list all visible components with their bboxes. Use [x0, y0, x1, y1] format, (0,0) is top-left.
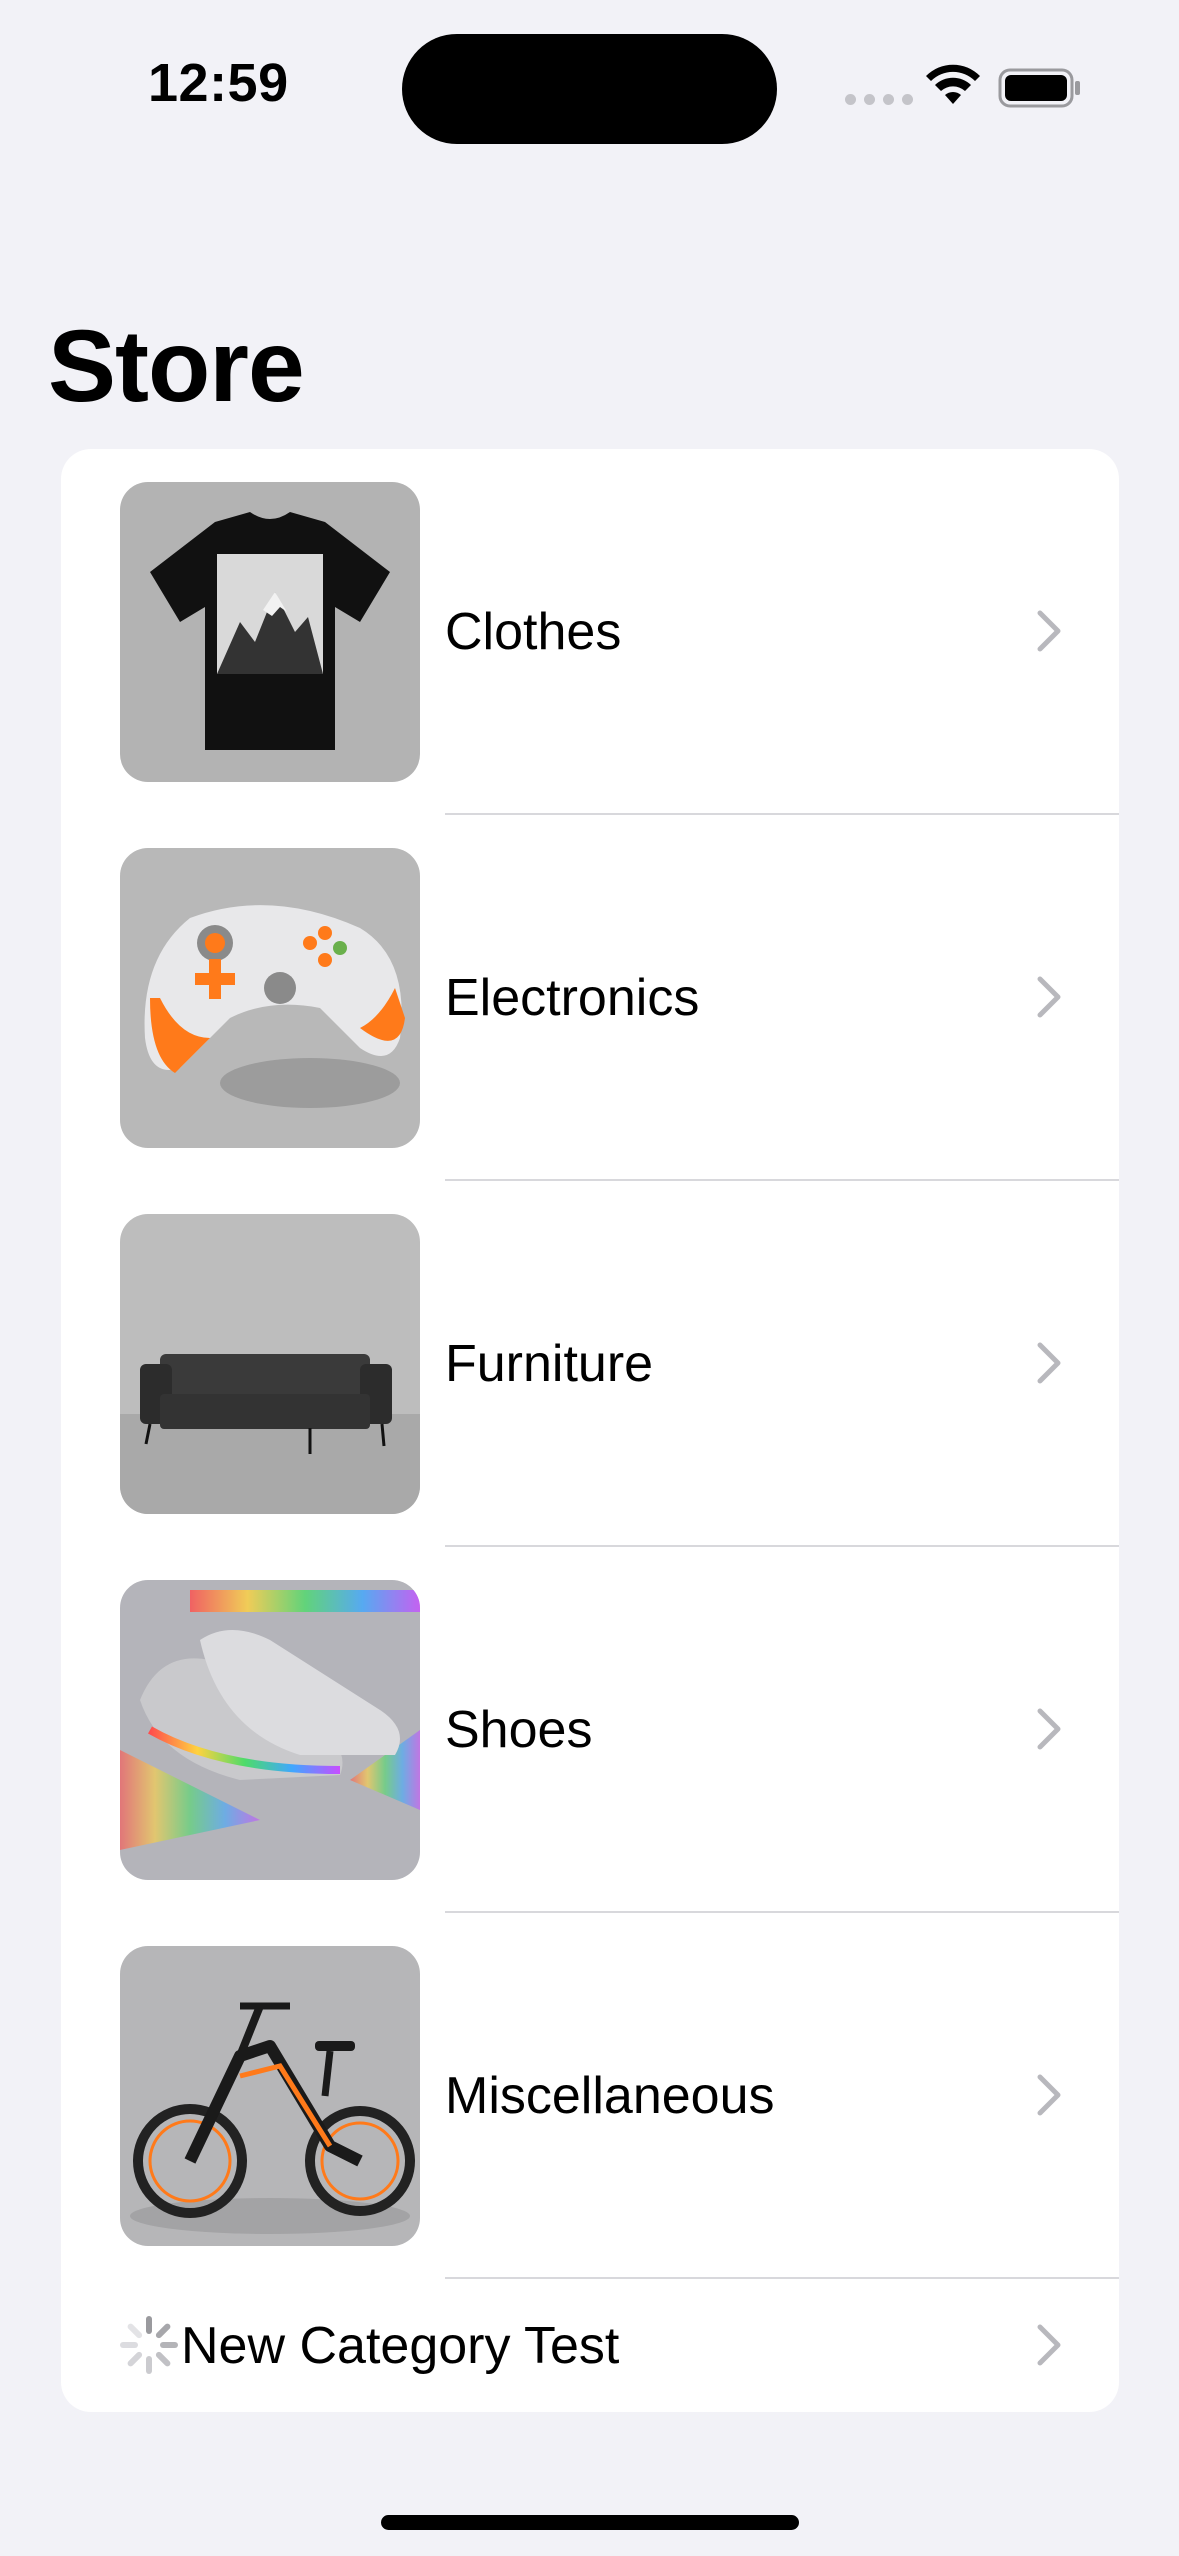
chevron-right-icon	[1037, 976, 1061, 1018]
store-screen: 12:59 Store Clothes Electronics Furnitur…	[0, 0, 1179, 2556]
cellular-signal-icon	[845, 94, 913, 105]
category-row-miscellaneous[interactable]: Miscellaneous	[61, 1913, 1119, 2279]
category-label: Shoes	[445, 1701, 593, 1759]
category-row-shoes[interactable]: Shoes	[61, 1547, 1119, 1913]
chevron-right-icon	[1037, 610, 1061, 652]
category-label: Miscellaneous	[445, 2067, 775, 2125]
category-row-electronics[interactable]: Electronics	[61, 815, 1119, 1181]
loading-spinner-icon	[120, 2316, 178, 2374]
chevron-right-icon	[1037, 2324, 1061, 2366]
category-label: Furniture	[445, 1335, 654, 1393]
battery-icon	[998, 68, 1080, 108]
category-label: Clothes	[445, 603, 622, 661]
home-indicator[interactable]	[381, 2515, 799, 2530]
e-bike-image	[120, 1946, 420, 2246]
category-list: Clothes Electronics Furniture Shoes Misc…	[61, 449, 1119, 2412]
sneakers-image	[120, 1580, 420, 1880]
game-controller-image	[120, 848, 420, 1148]
category-label: Electronics	[445, 969, 700, 1027]
category-label: New Category Test	[181, 2316, 620, 2375]
chevron-right-icon	[1037, 1708, 1061, 1750]
category-row-new-category-test[interactable]: New Category Test	[61, 2279, 1119, 2412]
status-time: 12:59	[148, 53, 289, 113]
t-shirt-image	[120, 482, 420, 782]
dynamic-island	[402, 34, 777, 144]
category-row-clothes[interactable]: Clothes	[61, 449, 1119, 815]
chevron-right-icon	[1037, 2074, 1061, 2116]
sofa-image	[120, 1214, 420, 1514]
wifi-icon	[926, 64, 980, 104]
category-row-furniture[interactable]: Furniture	[61, 1181, 1119, 1547]
page-title: Store	[48, 309, 305, 423]
chevron-right-icon	[1037, 1342, 1061, 1384]
